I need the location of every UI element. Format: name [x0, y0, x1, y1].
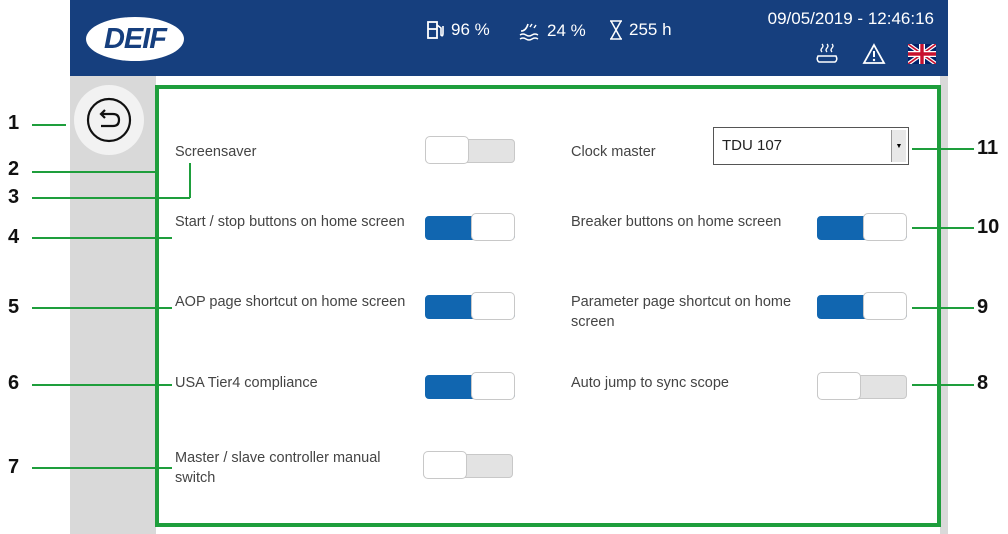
deif-logo: DEIF	[86, 17, 184, 61]
callout-line-8	[912, 384, 974, 386]
callout-7: 7	[8, 456, 20, 478]
fuel-icon	[427, 21, 444, 39]
usa-tier4-toggle[interactable]	[425, 372, 515, 400]
screensaver-label: Screensaver	[175, 144, 257, 160]
heater-icon	[816, 43, 838, 63]
fuel-value: 96 %	[451, 20, 490, 39]
callout-4: 4	[8, 226, 20, 248]
callout-line-1	[32, 124, 66, 126]
water-status: 24 %	[518, 20, 586, 42]
dropdown-arrow-icon[interactable]: ▼	[891, 130, 906, 162]
callout-line-5	[32, 307, 172, 309]
callout-10: 10	[977, 216, 1000, 238]
auto-jump-toggle[interactable]	[817, 372, 907, 400]
callout-line-2	[32, 171, 156, 173]
back-icon	[86, 97, 132, 143]
hours-status: 255 h	[608, 20, 672, 40]
callout-5: 5	[8, 296, 20, 318]
screensaver-toggle[interactable]	[425, 136, 515, 164]
datetime: 09/05/2019 - 12:46:16	[767, 9, 934, 28]
clock-master-label: Clock master	[571, 144, 656, 160]
callout-11: 11	[977, 137, 999, 159]
right-strip	[940, 76, 948, 534]
water-value: 24 %	[547, 21, 586, 40]
callout-line-6	[32, 384, 172, 386]
uk-flag-icon[interactable]	[908, 44, 936, 64]
start-stop-label: Start / stop buttons on home screen	[175, 214, 405, 230]
hourglass-icon	[610, 20, 622, 40]
callout-8: 8	[977, 372, 989, 394]
master-slave-toggle[interactable]	[423, 451, 513, 479]
callout-line-4	[32, 237, 172, 239]
callout-line-3	[32, 197, 190, 199]
status-icons	[814, 42, 936, 66]
callout-line-7	[32, 467, 172, 469]
callout-line-11	[912, 148, 974, 150]
usa-tier4-label: USA Tier4 compliance	[175, 375, 318, 391]
clock-master-select[interactable]: TDU 107 ▼	[713, 127, 909, 165]
callout-line-3-vertical	[189, 163, 191, 198]
auto-jump-label: Auto jump to sync scope	[571, 375, 729, 391]
fuel-status: 96 %	[426, 20, 490, 40]
callout-3: 3	[8, 186, 20, 208]
callout-6: 6	[8, 372, 20, 394]
callout-1: 1	[8, 112, 20, 134]
breaker-buttons-toggle[interactable]	[817, 213, 907, 241]
callout-line-9	[912, 307, 974, 309]
aop-shortcut-label: AOP page shortcut on home screen	[175, 294, 406, 310]
parameter-shortcut-label: Parameter page shortcut on home screen	[571, 294, 792, 330]
warning-icon	[862, 43, 886, 64]
breaker-buttons-label: Breaker buttons on home screen	[571, 214, 782, 230]
master-slave-label: Master / slave controller manual switch	[175, 450, 381, 486]
hours-value: 255 h	[629, 20, 672, 39]
callout-9: 9	[977, 296, 989, 318]
top-bar: DEIF 96 % 24 % 255 h 09/05/2019 - 12:46:…	[70, 0, 948, 76]
start-stop-toggle[interactable]	[425, 213, 515, 241]
callout-line-10	[912, 227, 974, 229]
clock-master-value: TDU 107	[722, 137, 783, 154]
callout-2: 2	[8, 158, 20, 180]
aop-shortcut-toggle[interactable]	[425, 292, 515, 320]
back-button[interactable]	[74, 85, 144, 155]
parameter-shortcut-toggle[interactable]	[817, 292, 907, 320]
water-icon	[519, 23, 539, 41]
